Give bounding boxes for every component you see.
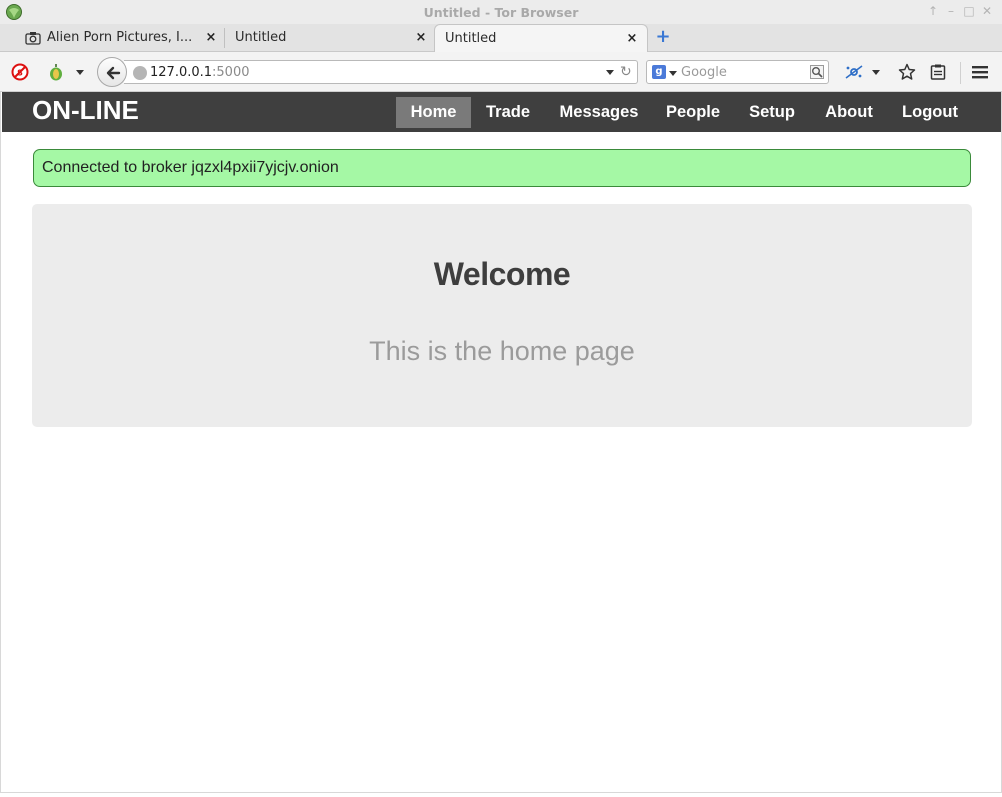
tab-close-icon[interactable]: ×: [625, 25, 639, 52]
noscript-icon[interactable]: S: [11, 63, 29, 81]
nav-trade[interactable]: Trade: [476, 97, 540, 128]
tab-strip: Alien Porn Pictures, I... × Untitled × U…: [0, 24, 1002, 53]
window-up-icon[interactable]: ↑: [926, 4, 940, 18]
alert-text: Connected to broker jqzxl4pxii7yjcjv.oni…: [42, 159, 339, 176]
back-arrow-icon: [106, 66, 121, 80]
tab-alien[interactable]: Alien Porn Pictures, I... ×: [17, 24, 223, 52]
maximize-icon[interactable]: □: [962, 4, 976, 18]
site-navbar: ON-LINE Home Trade Messages People Setup…: [2, 92, 1001, 132]
tab-close-icon[interactable]: ×: [204, 24, 218, 51]
history-dropdown-icon[interactable]: [606, 70, 614, 75]
search-input[interactable]: [681, 63, 806, 81]
window-title: Untitled - Tor Browser: [423, 5, 579, 20]
nav-toolbar: S 127.0.0.1:5000 ↻ g: [0, 52, 1002, 92]
toolbar-divider: [960, 62, 961, 84]
back-button[interactable]: [97, 57, 127, 87]
https-everywhere-icon[interactable]: [845, 64, 863, 80]
site-brand[interactable]: ON-LINE: [32, 95, 139, 126]
url-port: :5000: [212, 65, 250, 80]
tab-untitled-1[interactable]: Untitled ×: [227, 24, 433, 52]
welcome-panel: Welcome This is the home page: [32, 204, 972, 427]
reload-icon[interactable]: ↻: [620, 64, 632, 80]
tab-label: Alien Porn Pictures, I...: [47, 30, 193, 45]
globe-icon: [133, 66, 147, 80]
welcome-subtitle: This is the home page: [369, 336, 635, 366]
nav-messages[interactable]: Messages: [551, 97, 647, 128]
bookmark-star-icon[interactable]: [898, 63, 916, 81]
window-close-icon[interactable]: ✕: [980, 4, 994, 18]
tab-label: Untitled: [235, 30, 287, 45]
welcome-heading: Welcome: [433, 256, 571, 292]
window-titlebar: Untitled - Tor Browser ↑ – □ ✕: [0, 0, 1002, 24]
address-bar[interactable]: 127.0.0.1:5000 ↻: [124, 60, 638, 84]
nav-home[interactable]: Home: [396, 97, 471, 128]
nav-logout[interactable]: Logout: [893, 97, 967, 128]
tab-divider: [224, 28, 225, 48]
tab-label: Untitled: [445, 31, 497, 46]
tor-onion-icon[interactable]: [47, 63, 65, 81]
tab-close-icon[interactable]: ×: [414, 24, 428, 51]
minimize-icon[interactable]: –: [944, 4, 958, 18]
nav-people[interactable]: People: [658, 97, 728, 128]
reading-list-icon[interactable]: [929, 63, 947, 81]
camera-icon: [25, 32, 41, 45]
nav-about[interactable]: About: [816, 97, 882, 128]
hamburger-menu-icon[interactable]: [971, 63, 989, 81]
chevron-down-icon[interactable]: [76, 70, 84, 75]
google-engine-icon[interactable]: g: [652, 65, 666, 79]
search-icon[interactable]: [810, 65, 824, 79]
nav-setup[interactable]: Setup: [741, 97, 803, 128]
chevron-down-icon[interactable]: [669, 71, 677, 76]
chevron-down-icon[interactable]: [872, 70, 880, 75]
tab-untitled-active[interactable]: Untitled ×: [434, 24, 648, 53]
url-host: 127.0.0.1: [150, 65, 213, 80]
new-tab-icon[interactable]: +: [655, 28, 671, 46]
connection-alert: Connected to broker jqzxl4pxii7yjcjv.oni…: [33, 149, 971, 187]
url-text[interactable]: 127.0.0.1:5000: [150, 65, 250, 80]
search-bar[interactable]: g: [646, 60, 829, 84]
page-viewport: ON-LINE Home Trade Messages People Setup…: [0, 92, 1002, 793]
